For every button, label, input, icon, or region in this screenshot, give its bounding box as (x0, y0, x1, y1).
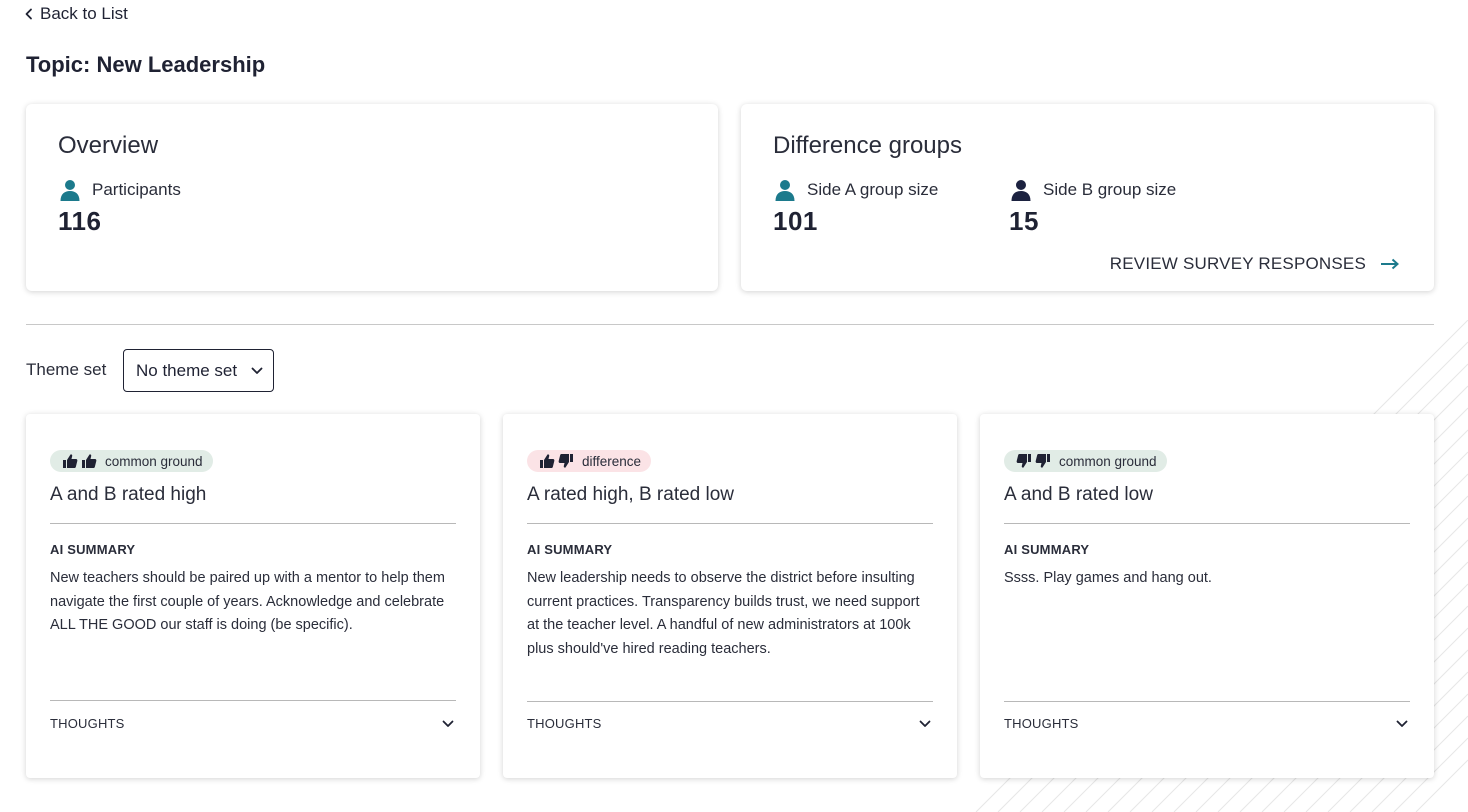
ai-summary-text: Ssss. Play games and hang out. (1004, 570, 1212, 586)
thoughts-label: THOUGHTS (50, 716, 125, 731)
overview-heading: Overview (58, 132, 159, 159)
page-title: Topic: New Leadership (26, 52, 266, 77)
theme-divider (527, 701, 933, 702)
person-icon (775, 180, 795, 201)
theme-set-selected-value: No theme set (136, 360, 238, 380)
back-to-list-link[interactable]: Back to List (24, 4, 128, 24)
person-icon (60, 180, 80, 201)
chevron-left-icon (25, 8, 32, 20)
theme-divider (527, 523, 933, 524)
side-a-value: 101 (773, 206, 818, 236)
theme-set-select[interactable]: No theme set (123, 349, 274, 392)
overview-card: Overview Participants 116 (26, 104, 718, 291)
difference-groups-heading: Difference groups (773, 132, 962, 159)
chevron-down-icon (1396, 720, 1408, 727)
thoughts-toggle[interactable]: THOUGHTS (1004, 716, 1408, 731)
theme-title: A rated high, B rated low (527, 484, 735, 505)
review-survey-responses-link[interactable]: REVIEW SURVEY RESPONSES (1110, 254, 1400, 274)
ai-summary-label: AI SUMMARY (1004, 542, 1090, 557)
ai-summary-text: New teachers should be paired up with a … (50, 570, 445, 634)
theme-title: A and B rated low (1004, 484, 1153, 505)
review-survey-responses-label: REVIEW SURVEY RESPONSES (1109, 254, 1366, 273)
badge-label: common ground (1059, 453, 1157, 469)
thumbs-down-icon (1016, 454, 1031, 468)
theme-divider (50, 700, 456, 701)
side-b-label: Side B group size (1043, 180, 1177, 199)
person-icon (1011, 180, 1031, 201)
side-b-value: 15 (1009, 206, 1039, 236)
chevron-down-icon (442, 720, 454, 727)
side-a-label: Side A group size (807, 180, 939, 199)
chevron-down-icon (251, 367, 263, 374)
difference-badge: difference (527, 450, 652, 472)
thoughts-toggle[interactable]: THOUGHTS (50, 716, 454, 731)
thoughts-label: THOUGHTS (1004, 716, 1079, 731)
thumbs-down-icon (1035, 454, 1050, 468)
theme-divider (1004, 701, 1410, 702)
theme-set-label: Theme set (26, 360, 107, 379)
back-to-list-label: Back to List (40, 4, 128, 23)
participants-label: Participants (92, 180, 181, 199)
badge-label: common ground (105, 453, 203, 469)
badge-label: difference (582, 453, 642, 469)
theme-card: common ground A and B rated low AI SUMMA… (980, 414, 1434, 778)
common-ground-badge: common ground (50, 450, 213, 472)
theme-title: A and B rated high (50, 484, 207, 505)
section-divider (26, 324, 1434, 325)
difference-groups-card: Difference groups Side A group size 101 … (741, 104, 1434, 291)
arrow-right-icon (1381, 258, 1399, 270)
page: Back to List Topic: New Leadership Overv… (0, 0, 1468, 812)
side-a-stat: Side A group size 101 (773, 178, 938, 237)
participants-value: 116 (58, 206, 102, 236)
chevron-down-icon (919, 720, 931, 727)
thumbs-up-icon (82, 454, 97, 468)
theme-card: difference A rated high, B rated low AI … (503, 414, 957, 778)
side-b-stat: Side B group size 15 (1009, 178, 1176, 237)
theme-card: common ground A and B rated high AI SUMM… (26, 414, 480, 778)
ai-summary-label: AI SUMMARY (527, 542, 613, 557)
thoughts-label: THOUGHTS (527, 716, 602, 731)
ai-summary-label: AI SUMMARY (50, 542, 136, 557)
theme-divider (50, 523, 456, 524)
common-ground-badge: common ground (1004, 450, 1167, 472)
ai-summary-text: New leadership needs to observe the dist… (527, 570, 920, 658)
thumbs-up-icon (540, 454, 555, 468)
thoughts-toggle[interactable]: THOUGHTS (527, 716, 931, 731)
thumbs-up-icon (63, 454, 78, 468)
theme-divider (1004, 523, 1410, 524)
thumbs-down-icon (558, 454, 573, 468)
participants-stat: Participants 116 (58, 178, 181, 237)
